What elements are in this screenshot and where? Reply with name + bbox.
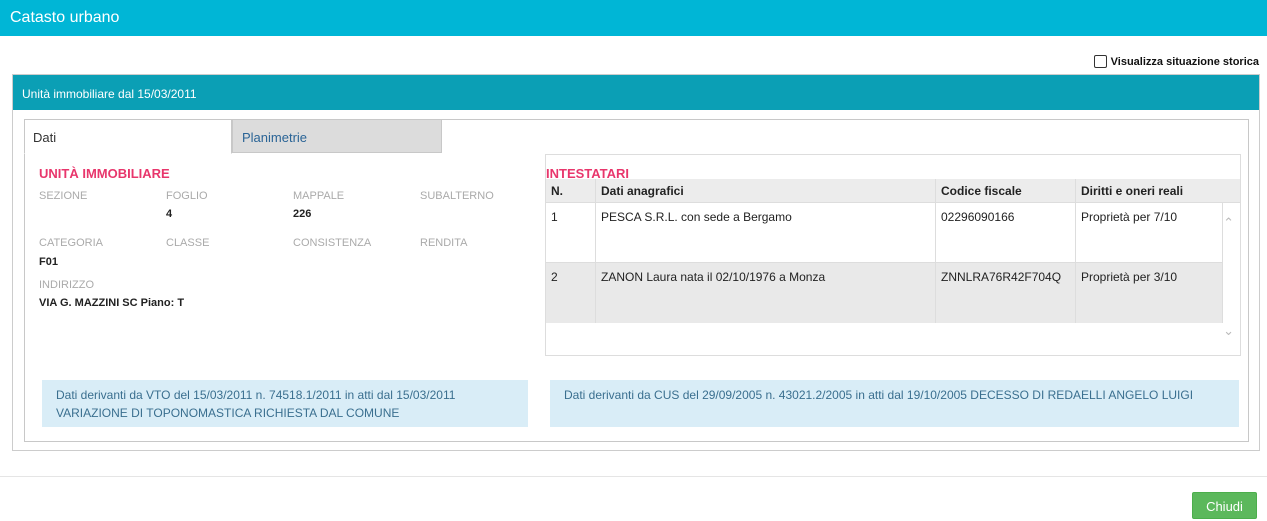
col-codice-fiscale: Codice fiscale bbox=[941, 184, 1022, 198]
column-divider bbox=[1075, 179, 1076, 323]
table-row[interactable]: 1 PESCA S.R.L. con sede a Bergamo 022960… bbox=[546, 203, 1222, 263]
rendita-label: RENDITA bbox=[420, 237, 468, 249]
col-n: N. bbox=[551, 184, 563, 198]
column-divider bbox=[595, 179, 596, 323]
row-codice-fiscale: ZNNLRA76R42F704Q bbox=[941, 270, 1062, 284]
classe-label: CLASSE bbox=[166, 237, 210, 249]
col-diritti: Diritti e oneri reali bbox=[1081, 184, 1184, 198]
close-button[interactable]: Chiudi bbox=[1192, 492, 1257, 519]
row-codice-fiscale: 02296090166 bbox=[941, 210, 1015, 224]
unit-panel: Unità immobiliare dal 15/03/2011 Dati Pl… bbox=[12, 74, 1260, 451]
table-row[interactable]: 2 ZANON Laura nata il 02/10/1976 a Monza… bbox=[546, 263, 1222, 323]
indirizzo-label: INDIRIZZO bbox=[39, 279, 94, 291]
owners-table-header: N. Dati anagrafici Codice fiscale Diritt… bbox=[546, 179, 1240, 203]
row-divider bbox=[546, 202, 1240, 203]
info-note-left: Dati derivanti da VTO del 15/03/2011 n. … bbox=[42, 380, 528, 427]
tab-dati[interactable]: Dati bbox=[24, 119, 232, 154]
unit-section-title: UNITÀ IMMOBILIARE bbox=[39, 166, 170, 181]
historic-toggle[interactable]: Visualizza situazione storica bbox=[1093, 55, 1259, 68]
mappale-value: 226 bbox=[293, 208, 312, 220]
tabs-container: Dati Planimetrie UNITÀ IMMOBILIARE SEZIO… bbox=[24, 119, 1249, 442]
row-diritti: Proprietà per 7/10 bbox=[1081, 210, 1178, 224]
foglio-label: FOGLIO bbox=[166, 190, 208, 202]
foglio-value: 4 bbox=[166, 208, 173, 220]
sezione-label: SEZIONE bbox=[39, 190, 88, 202]
row-n: 2 bbox=[551, 270, 558, 284]
info-note-right: Dati derivanti da CUS del 29/09/2005 n. … bbox=[550, 380, 1239, 427]
row-n: 1 bbox=[551, 210, 558, 224]
row-anagrafica: PESCA S.R.L. con sede a Bergamo bbox=[601, 210, 792, 224]
chevron-down-icon[interactable]: ⌄ bbox=[1223, 323, 1234, 339]
subalterno-label: SUBALTERNO bbox=[420, 190, 494, 202]
historic-checkbox[interactable] bbox=[1093, 55, 1107, 68]
indirizzo-value: VIA G. MAZZINI SC Piano: T bbox=[39, 297, 185, 309]
consistenza-label: CONSISTENZA bbox=[293, 237, 372, 249]
categoria-value: F01 bbox=[39, 256, 58, 268]
mappale-label: MAPPALE bbox=[293, 190, 345, 202]
categoria-label: CATEGORIA bbox=[39, 237, 103, 249]
owners-table: N. Dati anagrafici Codice fiscale Diritt… bbox=[545, 154, 1241, 356]
row-divider bbox=[546, 262, 1222, 263]
panel-title: Unità immobiliare dal 15/03/2011 bbox=[13, 75, 1259, 110]
window-title: Catasto urbano bbox=[0, 0, 1267, 36]
historic-label: Visualizza situazione storica bbox=[1110, 55, 1259, 68]
footer-divider bbox=[0, 476, 1267, 477]
row-diritti: Proprietà per 3/10 bbox=[1081, 270, 1178, 284]
col-anagrafica: Dati anagrafici bbox=[601, 184, 684, 198]
column-divider bbox=[935, 179, 936, 323]
tab-planimetrie[interactable]: Planimetrie bbox=[232, 119, 442, 153]
row-anagrafica: ZANON Laura nata il 02/10/1976 a Monza bbox=[601, 270, 826, 284]
chevron-up-icon[interactable]: ⌃ bbox=[1223, 215, 1234, 231]
